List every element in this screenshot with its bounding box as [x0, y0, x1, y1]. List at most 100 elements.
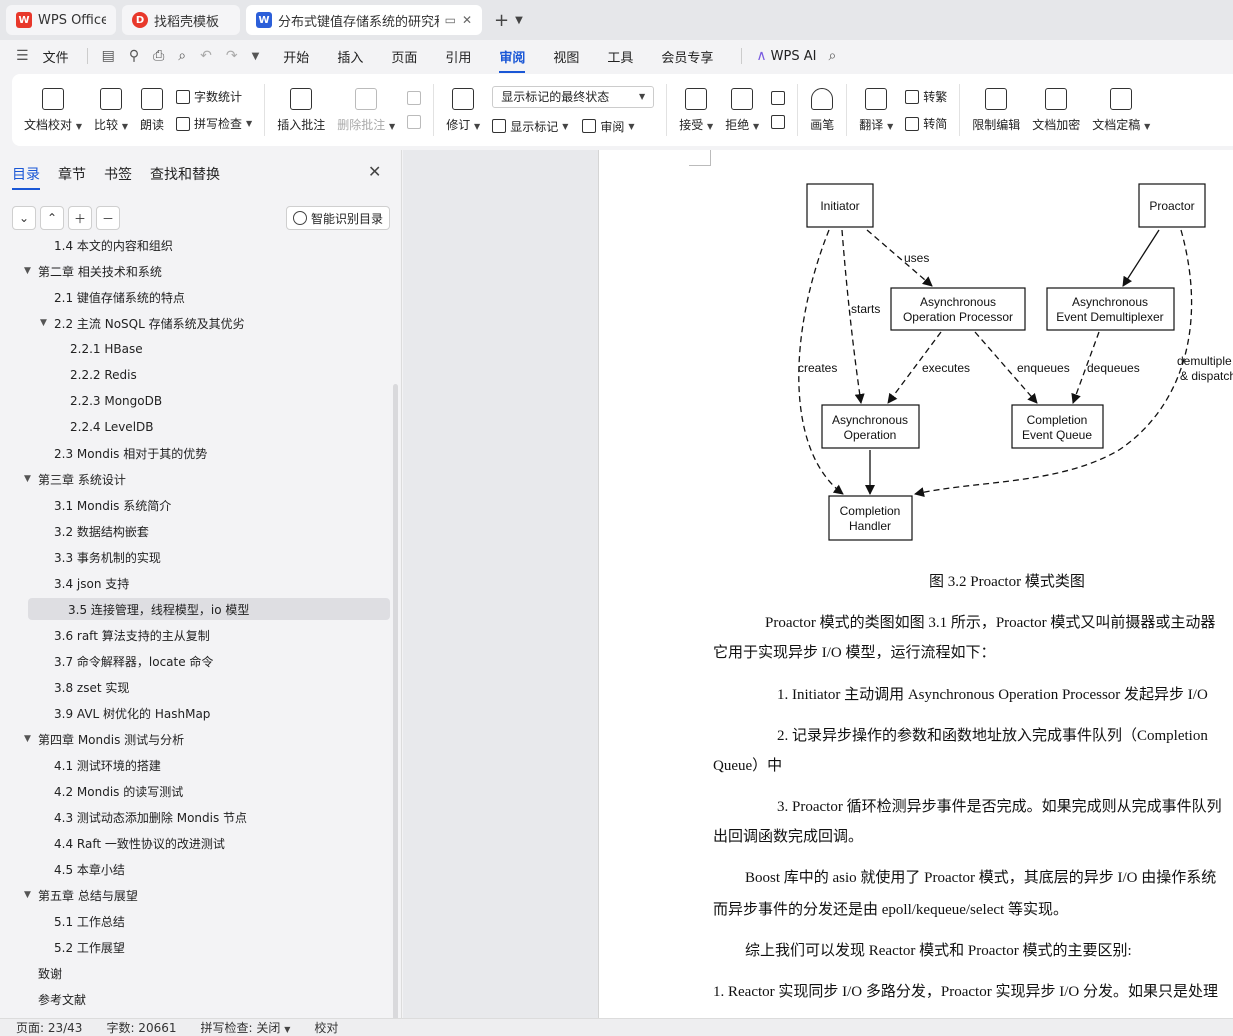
search-icon[interactable]: ⌕: [828, 48, 836, 64]
toc-item[interactable]: 4.2 Mondis 的读写测试: [40, 780, 183, 802]
toc-item[interactable]: 4.1 测试环境的搭建: [40, 754, 161, 776]
toc-item[interactable]: 3.7 命令解释器，locate 命令: [40, 650, 213, 672]
toc-item[interactable]: 4.5 本章小结: [40, 858, 125, 880]
collapse-up-button[interactable]: ⌃: [40, 206, 64, 230]
toc-item[interactable]: 5.1 工作总结: [40, 910, 125, 932]
page-count[interactable]: 页面: 23/43: [16, 1019, 82, 1036]
menu-home[interactable]: 开始: [283, 47, 309, 66]
print-preview-icon[interactable]: ⌕: [178, 48, 186, 64]
accept-button[interactable]: 接受 ▼: [673, 80, 719, 140]
toc-item[interactable]: 4.3 测试动态添加删除 Mondis 节点: [40, 806, 247, 828]
toc-item[interactable]: 2.1 键值存储系统的特点: [40, 286, 185, 308]
toc-item[interactable]: 3.3 事务机制的实现: [40, 546, 161, 568]
review-pane-button[interactable]: 审阅 ▼: [582, 118, 635, 135]
word-count[interactable]: 字数: 20661: [106, 1019, 176, 1036]
toc-scrollbar[interactable]: [393, 384, 398, 1034]
tab-find-replace[interactable]: 查找和替换: [150, 164, 220, 184]
to-simplified-button[interactable]: 转简: [905, 115, 947, 132]
toc-item[interactable]: ▼ 2.2 主流 NoSQL 存储系统及其优劣: [40, 312, 245, 334]
tab-wps-office[interactable]: W WPS Office: [6, 5, 116, 35]
tab-sections[interactable]: 章节: [58, 164, 86, 184]
show-markup-button[interactable]: 显示标记 ▼: [492, 118, 568, 135]
tab-toc[interactable]: 目录: [12, 164, 40, 190]
menu-wps-ai[interactable]: WPS AI: [771, 49, 817, 64]
tab-document[interactable]: W 分布式键值存储系统的研究和实现 ▭ ✕: [246, 5, 482, 35]
next-change-button[interactable]: [771, 115, 786, 129]
menu-tools[interactable]: 工具: [607, 47, 633, 66]
toc-item[interactable]: ▼ 第二章 相关技术和系统: [24, 260, 162, 282]
toc-item[interactable]: 3.4 json 支持: [40, 572, 129, 594]
toc-item[interactable]: 2.2.3 MongoDB: [56, 390, 162, 412]
expand-triangle-icon[interactable]: ▼: [40, 318, 54, 328]
proofread-status[interactable]: 校对: [314, 1019, 338, 1036]
smart-toc-button[interactable]: 智能识别目录: [286, 206, 390, 230]
menu-insert[interactable]: 插入: [337, 47, 363, 66]
read-aloud-button[interactable]: 朗读: [134, 80, 170, 140]
menu-membership[interactable]: 会员专享: [661, 47, 713, 66]
toc-item[interactable]: 1.4 本文的内容和组织: [40, 238, 173, 256]
monitor-icon[interactable]: ▭: [445, 13, 456, 27]
toc-item[interactable]: 参考文献: [24, 988, 86, 1010]
tab-docer-templates[interactable]: D 找稻壳模板: [122, 5, 240, 35]
new-tab-button[interactable]: +: [494, 10, 509, 31]
chevron-down-icon[interactable]: ▼: [515, 15, 523, 26]
toc-item[interactable]: 5.2 工作展望: [40, 936, 125, 958]
document-page[interactable]: Initiator Proactor Asynchronous Operatio…: [598, 150, 1233, 1018]
add-heading-button[interactable]: ＋: [68, 206, 92, 230]
doc-check-button[interactable]: 文档校对 ▼: [18, 80, 88, 140]
expand-down-button[interactable]: ⌄: [12, 206, 36, 230]
print-icon[interactable]: ⎙: [153, 48, 164, 64]
chevron-down-icon[interactable]: ▼: [252, 51, 260, 62]
expand-triangle-icon[interactable]: ▼: [24, 474, 38, 484]
markup-state-select[interactable]: 显示标记的最终状态 ▼: [492, 85, 655, 108]
restrict-edit-button[interactable]: 限制编辑: [966, 80, 1026, 140]
undo-icon[interactable]: ↶: [200, 48, 212, 64]
close-icon[interactable]: ✕: [462, 13, 472, 27]
menu-file[interactable]: 文件: [43, 47, 69, 66]
menu-references[interactable]: 引用: [445, 47, 471, 66]
word-count-button[interactable]: 字数统计: [176, 88, 252, 105]
track-changes-button[interactable]: 修订 ▼: [440, 80, 486, 140]
toc-item[interactable]: 4.4 Raft 一致性协议的改进测试: [40, 832, 225, 854]
translate-button[interactable]: 翻译 ▼: [853, 80, 899, 140]
toc-item[interactable]: 3.1 Mondis 系统简介: [40, 494, 171, 516]
tab-bookmarks[interactable]: 书签: [104, 164, 132, 184]
delete-comment-button[interactable]: 删除批注 ▼: [331, 80, 401, 140]
toc-item[interactable]: ▼ 第五章 总结与展望: [24, 884, 138, 906]
remove-heading-button[interactable]: －: [96, 206, 120, 230]
toc-item[interactable]: 2.2.4 LevelDB: [56, 416, 154, 438]
expand-triangle-icon[interactable]: ▼: [24, 890, 38, 900]
toc-item[interactable]: 3.9 AVL 树优化的 HashMap: [40, 702, 210, 724]
redo-icon[interactable]: ↷: [226, 48, 238, 64]
save-icon[interactable]: ▤: [102, 48, 115, 64]
toc-item[interactable]: 3.2 数据结构嵌套: [40, 520, 149, 542]
previous-change-button[interactable]: [771, 91, 786, 105]
toc-item[interactable]: ▼ 第三章 系统设计: [24, 468, 126, 490]
previous-comment-button[interactable]: [407, 91, 422, 105]
encrypt-button[interactable]: 文档加密: [1026, 80, 1086, 140]
menu-view[interactable]: 视图: [553, 47, 579, 66]
toc-item[interactable]: 2.2.2 Redis: [56, 364, 137, 386]
compare-button[interactable]: 比较 ▼: [88, 80, 134, 140]
finalize-button[interactable]: 文档定稿 ▼: [1086, 80, 1156, 140]
expand-triangle-icon[interactable]: ▼: [24, 266, 38, 276]
close-icon[interactable]: ✕: [368, 162, 381, 181]
toc-item[interactable]: 2.2.1 HBase: [56, 338, 143, 360]
hamburger-icon[interactable]: ☰: [16, 48, 29, 64]
toc-item[interactable]: 致谢: [24, 962, 62, 984]
pen-button[interactable]: 画笔: [804, 80, 840, 140]
toc-item[interactable]: 3.6 raft 算法支持的主从复制: [40, 624, 210, 646]
reject-button[interactable]: 拒绝 ▼: [719, 80, 765, 140]
share-icon[interactable]: ⚲: [129, 48, 139, 64]
insert-comment-button[interactable]: 插入批注: [271, 80, 331, 140]
toc-item[interactable]: 2.3 Mondis 相对于其的优势: [40, 442, 207, 464]
toc-item[interactable]: ▼ 第四章 Mondis 测试与分析: [24, 728, 184, 750]
menu-review[interactable]: 审阅: [499, 47, 526, 73]
menu-page[interactable]: 页面: [391, 47, 417, 66]
spell-check-button[interactable]: 拼写检查 ▼: [176, 115, 252, 132]
to-traditional-button[interactable]: 转繁: [905, 88, 947, 105]
next-comment-button[interactable]: [407, 115, 422, 129]
toc-item[interactable]: 3.8 zset 实现: [40, 676, 129, 698]
expand-triangle-icon[interactable]: ▼: [24, 734, 38, 744]
spell-check-status[interactable]: 拼写检查: 关闭 ▼: [201, 1019, 291, 1036]
